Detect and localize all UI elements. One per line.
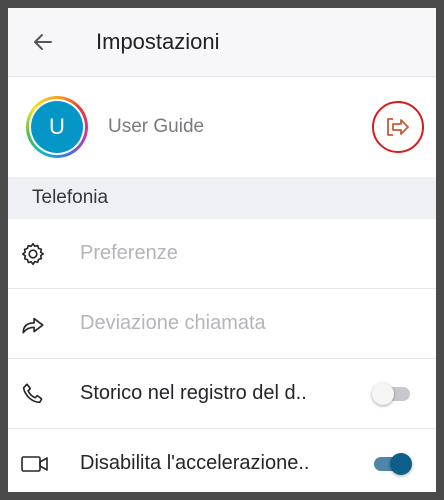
settings-row-label: Deviazione chiamata — [80, 312, 266, 334]
settings-row-label: Storico nel registro del d.. — [80, 382, 307, 404]
app-frame: Impostazioni U User Guide Telefonia Pref… — [0, 0, 444, 500]
avatar[interactable]: U — [26, 96, 88, 158]
toggle-switch[interactable] — [372, 381, 414, 407]
page-title: Impostazioni — [96, 29, 220, 54]
gear-icon — [21, 242, 44, 265]
section-header-telefonia: Telefonia — [8, 177, 436, 219]
settings-row-deviazione-chiamata[interactable]: Deviazione chiamata — [8, 289, 436, 359]
forward-arrow-icon — [22, 317, 44, 333]
phone-icon — [22, 382, 43, 403]
app-header: Impostazioni — [8, 8, 436, 77]
settings-row-label: Preferenze — [80, 242, 178, 264]
profile-name: User Guide — [108, 116, 205, 137]
settings-row-label: Disabilita l'accelerazione.. — [80, 452, 310, 474]
logout-button[interactable] — [372, 101, 424, 153]
avatar-initial: U — [31, 101, 83, 153]
settings-row-preferenze[interactable]: Preferenze — [8, 219, 436, 289]
profile-row: U User Guide — [8, 77, 436, 177]
toggle-switch[interactable] — [374, 451, 414, 477]
arrow-left-icon — [34, 34, 52, 50]
video-camera-icon — [21, 455, 48, 472]
settings-row-disabilita-accelerazione[interactable]: Disabilita l'accelerazione.. — [8, 429, 436, 492]
settings-row-storico-registro[interactable]: Storico nel registro del d.. — [8, 359, 436, 429]
back-button[interactable] — [8, 8, 78, 76]
logout-icon — [387, 118, 409, 136]
